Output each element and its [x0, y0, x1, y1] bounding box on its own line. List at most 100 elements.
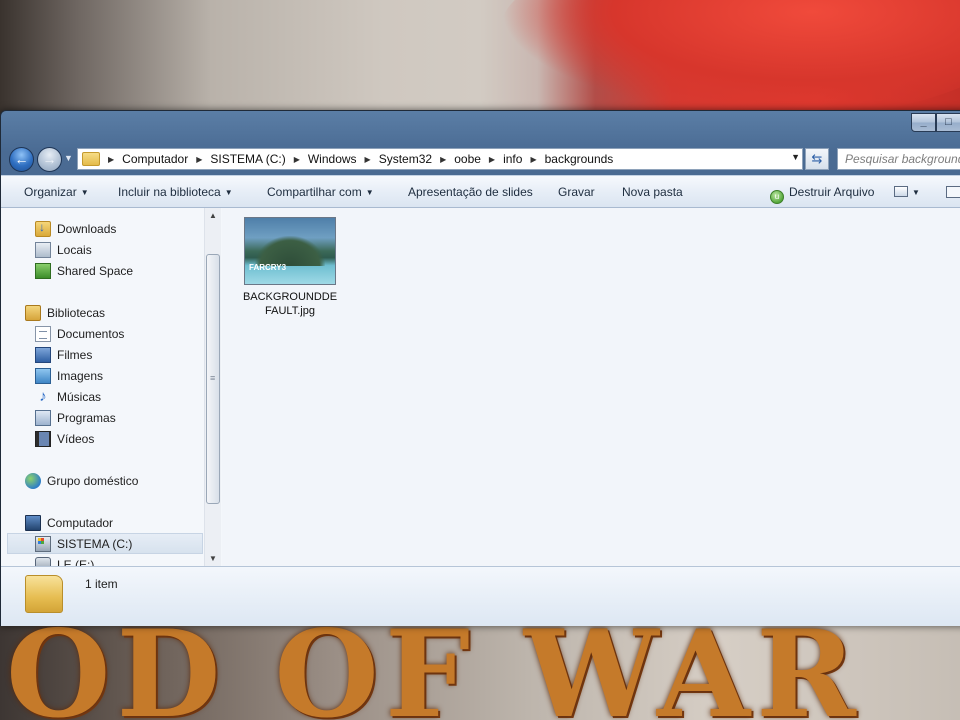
shared-space-icon: [35, 262, 51, 279]
nav-item-documentos[interactable]: Documentos: [35, 323, 124, 344]
nav-item-label: Músicas: [57, 389, 102, 404]
search-input[interactable]: Pesquisar backgrounds: [837, 148, 960, 170]
new-folder-button[interactable]: Nova pasta: [622, 185, 683, 199]
nav-item-bibliotecas[interactable]: Bibliotecas: [25, 302, 105, 323]
breadcrumb-separator-icon[interactable]: ▶: [530, 155, 536, 164]
nav-item-label: Computador: [47, 515, 114, 530]
chevron-down-icon: ▼: [80, 188, 89, 197]
breadcrumb-separator-icon[interactable]: ▶: [108, 155, 114, 164]
navigation-pane: Downloads Locais Shared Space Biblioteca…: [1, 208, 222, 566]
file-item[interactable]: FARCRY3 BACKGROUNDDEFAULT.jpg: [240, 217, 340, 318]
include-library-label: Incluir na biblioteca: [118, 185, 221, 199]
breadcrumb-separator-icon[interactable]: ▶: [196, 155, 202, 164]
breadcrumb-backgrounds[interactable]: backgrounds: [545, 152, 614, 166]
music-icon: ♪: [39, 387, 47, 405]
folder-icon: [82, 152, 100, 166]
nav-item-label: Grupo doméstico: [47, 473, 139, 488]
preview-pane-icon: [946, 186, 960, 198]
breadcrumb-info[interactable]: info: [503, 152, 522, 166]
back-arrow-icon: ←: [14, 151, 29, 167]
nav-item-shared-space[interactable]: Shared Space: [35, 260, 133, 281]
forward-button[interactable]: →: [37, 147, 62, 172]
file-name: BACKGROUNDDEFAULT.jpg: [242, 291, 338, 317]
nav-item-label: SISTEMA (C:): [57, 536, 133, 551]
breadcrumb-computador[interactable]: Computador: [122, 152, 188, 166]
details-pane: 1 item: [1, 566, 960, 626]
maximize-button[interactable]: □: [936, 113, 960, 132]
nav-item-musicas[interactable]: ♪ Músicas: [35, 386, 101, 407]
nav-item-filmes[interactable]: Filmes: [35, 344, 92, 365]
chevron-down-icon: ▼: [64, 153, 73, 163]
command-bar: Organizar ▼ Incluir na biblioteca ▼ Compar…: [1, 175, 960, 208]
file-list-pane[interactable]: FARCRY3 BACKGROUNDDEFAULT.jpg: [222, 208, 960, 566]
nav-item-label: LE (E:): [57, 557, 95, 567]
nav-item-le-e[interactable]: LE (E:): [35, 554, 94, 566]
burn-button[interactable]: Gravar: [558, 185, 595, 199]
caption-buttons: _ □: [911, 113, 960, 132]
organize-button[interactable]: Organizar ▼: [24, 185, 89, 199]
nav-item-videos[interactable]: Vídeos: [35, 428, 94, 449]
movies-icon: [35, 346, 51, 363]
chevron-down-icon: ▼: [224, 188, 233, 197]
nav-item-label: Vídeos: [57, 431, 95, 446]
breadcrumb-separator-icon[interactable]: ▶: [489, 155, 495, 164]
breadcrumb-windows[interactable]: Windows: [308, 152, 357, 166]
programs-icon: [35, 409, 51, 426]
breadcrumb-sistema[interactable]: SISTEMA (C:): [210, 152, 285, 166]
refresh-button[interactable]: ⇆: [805, 148, 829, 170]
back-button[interactable]: ←: [9, 147, 34, 172]
destroy-file-button[interactable]: u Destruir Arquivo: [770, 185, 874, 204]
homegroup-icon: [25, 472, 41, 489]
nav-item-downloads[interactable]: Downloads: [35, 218, 116, 239]
scrollbar-thumb[interactable]: ≡: [206, 254, 220, 504]
breadcrumb-oobe[interactable]: oobe: [454, 152, 481, 166]
breadcrumb-separator-icon[interactable]: ▶: [440, 155, 446, 164]
item-count: 1 item: [85, 577, 118, 591]
computer-icon: [25, 514, 41, 531]
nav-item-label: Shared Space: [57, 263, 134, 278]
recent-pages-button[interactable]: ▼: [64, 153, 73, 163]
preview-pane-button[interactable]: [946, 185, 960, 199]
chevron-down-icon: ▼: [912, 188, 920, 197]
nav-item-locais[interactable]: Locais: [35, 239, 92, 260]
chevron-down-icon: ▼: [365, 188, 374, 197]
nav-item-label: Bibliotecas: [47, 305, 106, 320]
libraries-icon: [25, 304, 41, 321]
removable-drive-icon: [35, 556, 51, 566]
nav-item-grupo-domestico[interactable]: Grupo doméstico: [25, 470, 138, 491]
minimize-button[interactable]: _: [911, 113, 936, 132]
slideshow-button[interactable]: Apresentação de slides: [408, 185, 533, 199]
grip-icon: ≡: [210, 373, 216, 383]
nav-item-label: Documentos: [57, 326, 125, 341]
folder-icon: [25, 575, 63, 613]
organize-label: Organizar: [24, 185, 77, 199]
refresh-icon: ⇆: [811, 151, 823, 166]
share-with-button[interactable]: Compartilhar com ▼: [267, 185, 374, 199]
address-bar[interactable]: ▶ Computador ▶ SISTEMA (C:) ▶ Windows ▶ …: [77, 148, 803, 170]
nav-item-sistema-c[interactable]: SISTEMA (C:): [7, 533, 203, 554]
system-drive-icon: [35, 535, 51, 552]
address-dropdown-icon[interactable]: ▼: [791, 152, 800, 162]
image-thumbnail: FARCRY3: [244, 217, 336, 285]
nav-item-label: Filmes: [57, 347, 93, 362]
include-library-button[interactable]: Incluir na biblioteca ▼: [118, 185, 233, 199]
breadcrumb-separator-icon[interactable]: ▶: [294, 155, 300, 164]
forward-arrow-icon: →: [42, 151, 57, 167]
view-icon: [894, 186, 908, 197]
title-bar[interactable]: _ □: [1, 111, 960, 141]
scroll-down-arrow-icon[interactable]: ▼: [209, 554, 217, 563]
destroy-file-icon: u: [770, 190, 784, 204]
documents-icon: [35, 325, 51, 342]
wallpaper-logo: OD OF WAR: [6, 620, 862, 720]
breadcrumb-system32[interactable]: System32: [379, 152, 432, 166]
downloads-folder-icon: [35, 220, 51, 237]
change-view-button[interactable]: ▼: [894, 185, 920, 199]
breadcrumb-separator-icon[interactable]: ▶: [365, 155, 371, 164]
nav-item-imagens[interactable]: Imagens: [35, 365, 103, 386]
nav-item-computador[interactable]: Computador: [25, 512, 113, 533]
nav-item-label: Imagens: [57, 368, 104, 383]
nav-item-label: Downloads: [57, 221, 117, 236]
scroll-up-arrow-icon[interactable]: ▲: [209, 211, 217, 220]
nav-item-programas[interactable]: Programas: [35, 407, 116, 428]
nav-pane-scrollbar[interactable]: ▲ ≡ ▼: [204, 208, 221, 566]
